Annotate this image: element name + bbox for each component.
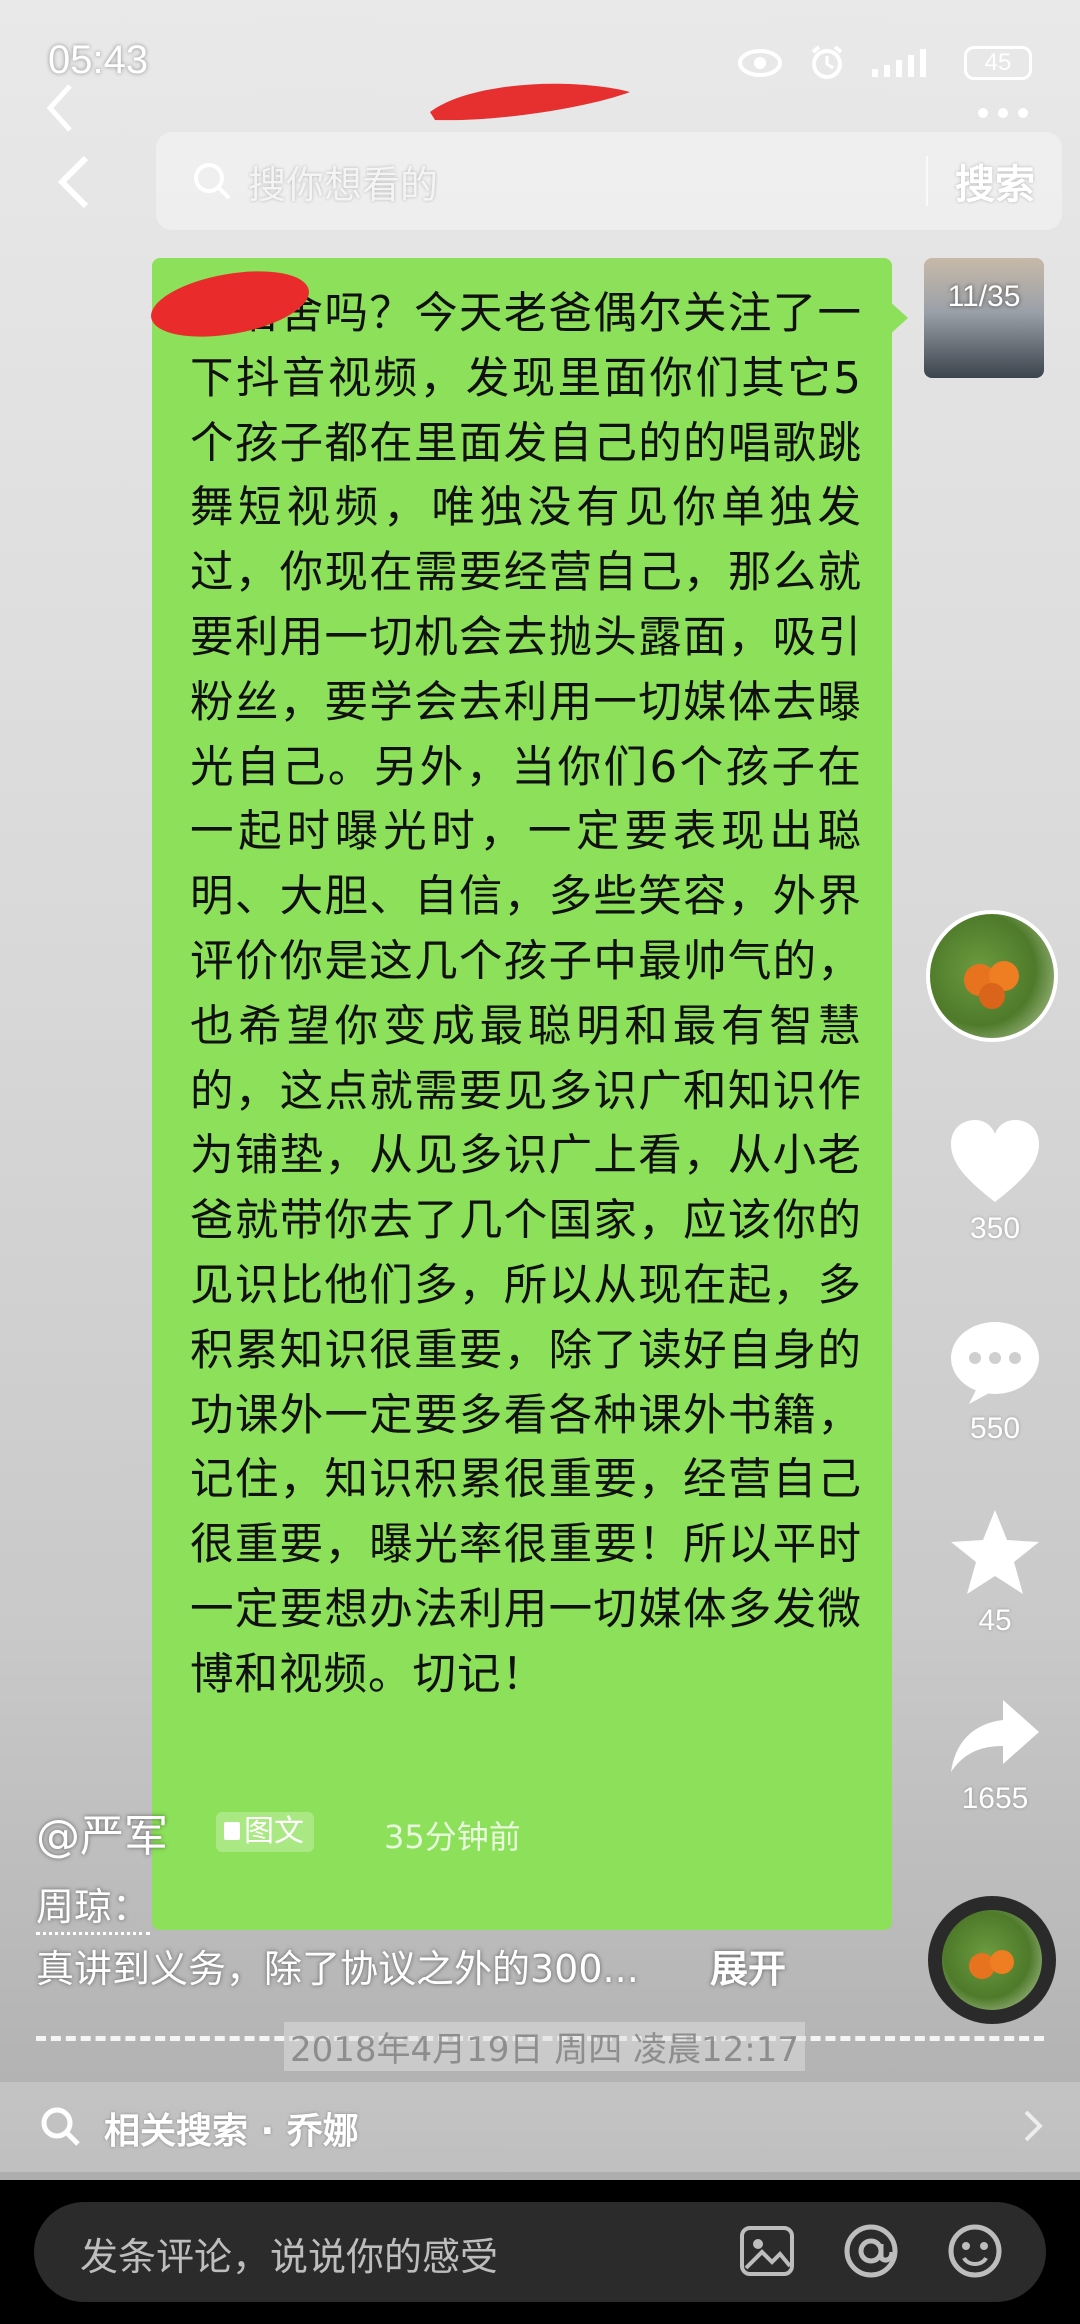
expand-link[interactable]: 展开 xyxy=(710,1938,786,1993)
search-button[interactable]: 搜索 xyxy=(928,152,1062,210)
music-disc[interactable] xyxy=(928,1896,1056,2024)
share-button[interactable]: 1655 xyxy=(940,1696,1050,1816)
heart-icon xyxy=(951,1120,1039,1202)
author-name[interactable]: @严军 xyxy=(36,1800,168,1864)
caption-text: 真讲到义务，除了协议之外的300... xyxy=(36,1947,639,1991)
orange-fruit-image xyxy=(969,1950,1014,1979)
image-icon[interactable] xyxy=(738,2222,796,2280)
search-input[interactable]: 搜你想看的 xyxy=(248,154,926,209)
message-timestamp: 2018年4月19日 周四 凌晨12:17 xyxy=(284,2022,806,2071)
battery-indicator: 45 xyxy=(964,46,1032,80)
tagged-user[interactable]: 周琼： xyxy=(36,1876,151,1935)
signal-icon xyxy=(872,49,926,77)
related-search-label: 相关搜索 · 乔娜 xyxy=(104,2111,359,2152)
sender-avatar xyxy=(924,258,1044,378)
emoji-icon[interactable] xyxy=(946,2222,1004,2280)
comment-placeholder: 发条评论，说说你的感受 xyxy=(80,2235,499,2279)
chevron-right-icon xyxy=(1024,2110,1043,2142)
comment-input[interactable]: 发条评论，说说你的感受 xyxy=(34,2202,1046,2302)
like-count: 350 xyxy=(969,1212,1021,1245)
bottom-comment-bar: 发条评论，说说你的感受 xyxy=(0,2180,1080,2324)
post-type-badge: 图文 xyxy=(216,1812,314,1852)
eye-icon xyxy=(738,49,782,77)
related-search-bar[interactable]: 相关搜索 · 乔娜 xyxy=(0,2082,1080,2172)
message-text: 在宿舍吗？今天老爸偶尔关注了一下抖音视频，发现里面你们其它5个孩子都在里面发自己… xyxy=(190,289,862,1700)
star-icon xyxy=(951,1510,1039,1594)
orange-fruit-image xyxy=(964,961,1019,1009)
share-count: 1655 xyxy=(961,1782,1029,1815)
comment-button[interactable]: 550 xyxy=(940,1318,1050,1446)
comment-icon xyxy=(951,1322,1039,1404)
post-time-ago: 35分钟前 xyxy=(384,1818,521,1856)
mention-icon[interactable] xyxy=(842,2222,900,2280)
favorite-button[interactable]: 45 xyxy=(940,1506,1050,1638)
search-bar[interactable]: 搜你想看的 搜索 xyxy=(156,132,1062,230)
comment-tools xyxy=(738,2222,1004,2280)
post-viewer-screen: 05:43 45 搜你想看的 搜索 在宿舍吗？今天老爸偶尔关注了一下抖音视频，发… xyxy=(0,0,1080,2324)
more-icon[interactable] xyxy=(978,108,1028,118)
search-icon xyxy=(41,2107,80,2146)
like-button[interactable]: 350 xyxy=(940,1116,1050,1246)
message-bubble-tail xyxy=(888,300,908,336)
back-icon[interactable] xyxy=(54,152,94,212)
status-time: 05:43 xyxy=(48,38,149,82)
search-icon xyxy=(194,163,231,200)
favorite-count: 45 xyxy=(978,1604,1012,1637)
share-arrow-icon xyxy=(951,1700,1039,1772)
alarm-icon xyxy=(811,45,843,79)
back-icon-small[interactable] xyxy=(42,82,78,134)
image-counter: 11/35 xyxy=(947,280,1021,313)
comment-count: 550 xyxy=(969,1412,1021,1445)
status-icons: 45 xyxy=(738,44,1032,82)
redaction-scribble xyxy=(430,83,630,121)
creator-avatar[interactable] xyxy=(926,910,1058,1042)
